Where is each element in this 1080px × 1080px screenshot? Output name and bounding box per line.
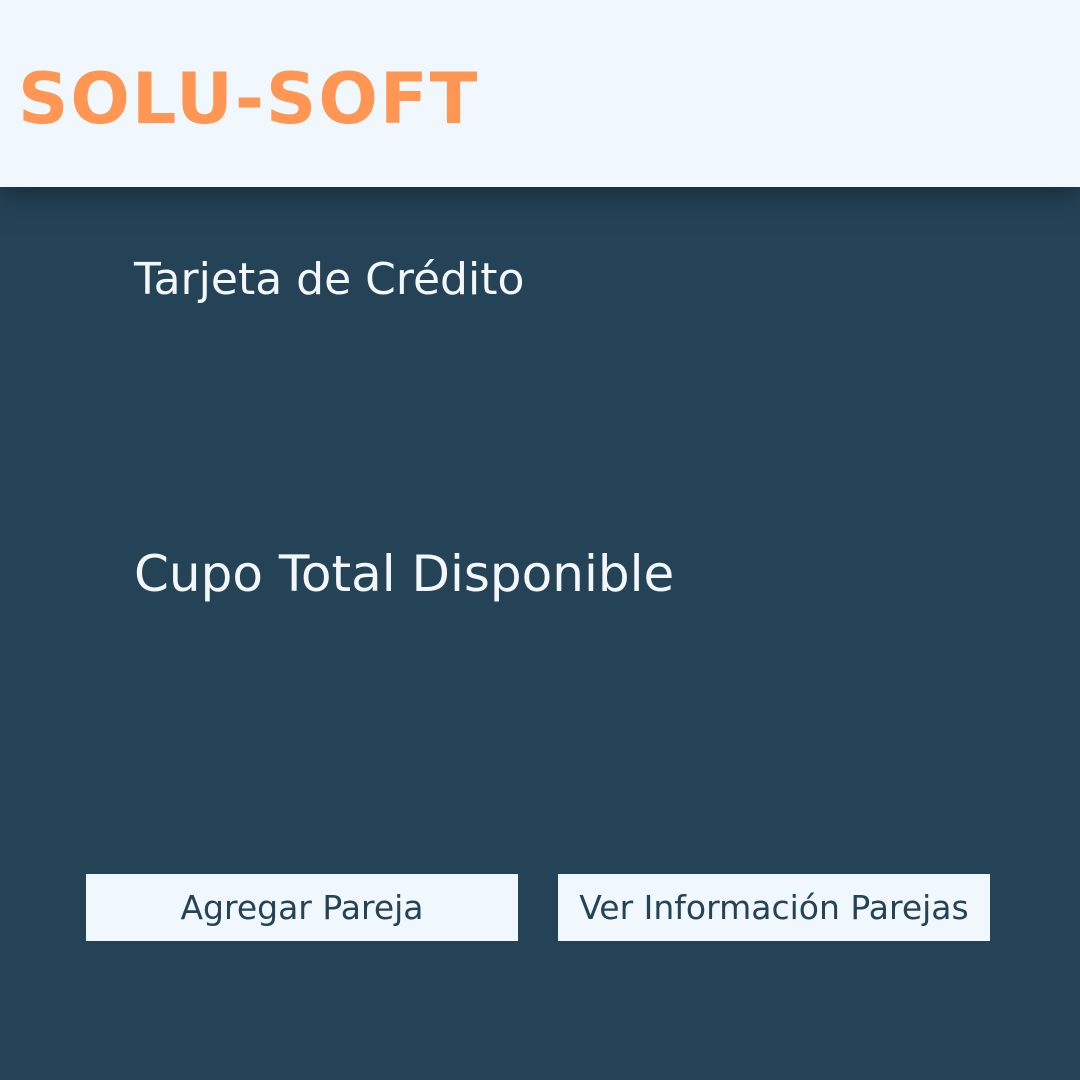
credit-card-label: Tarjeta de Crédito	[134, 254, 525, 305]
available-credit-label: Cupo Total Disponible	[134, 545, 675, 603]
view-partners-info-button[interactable]: Ver Información Parejas	[558, 874, 990, 941]
add-partner-button[interactable]: Agregar Pareja	[86, 874, 518, 941]
app-screen: SOLU-SOFT Tarjeta de Crédito Cupo Total …	[0, 0, 1080, 1080]
brand-logo-text: SOLU-SOFT	[18, 58, 480, 140]
app-header: SOLU-SOFT	[0, 0, 1080, 187]
